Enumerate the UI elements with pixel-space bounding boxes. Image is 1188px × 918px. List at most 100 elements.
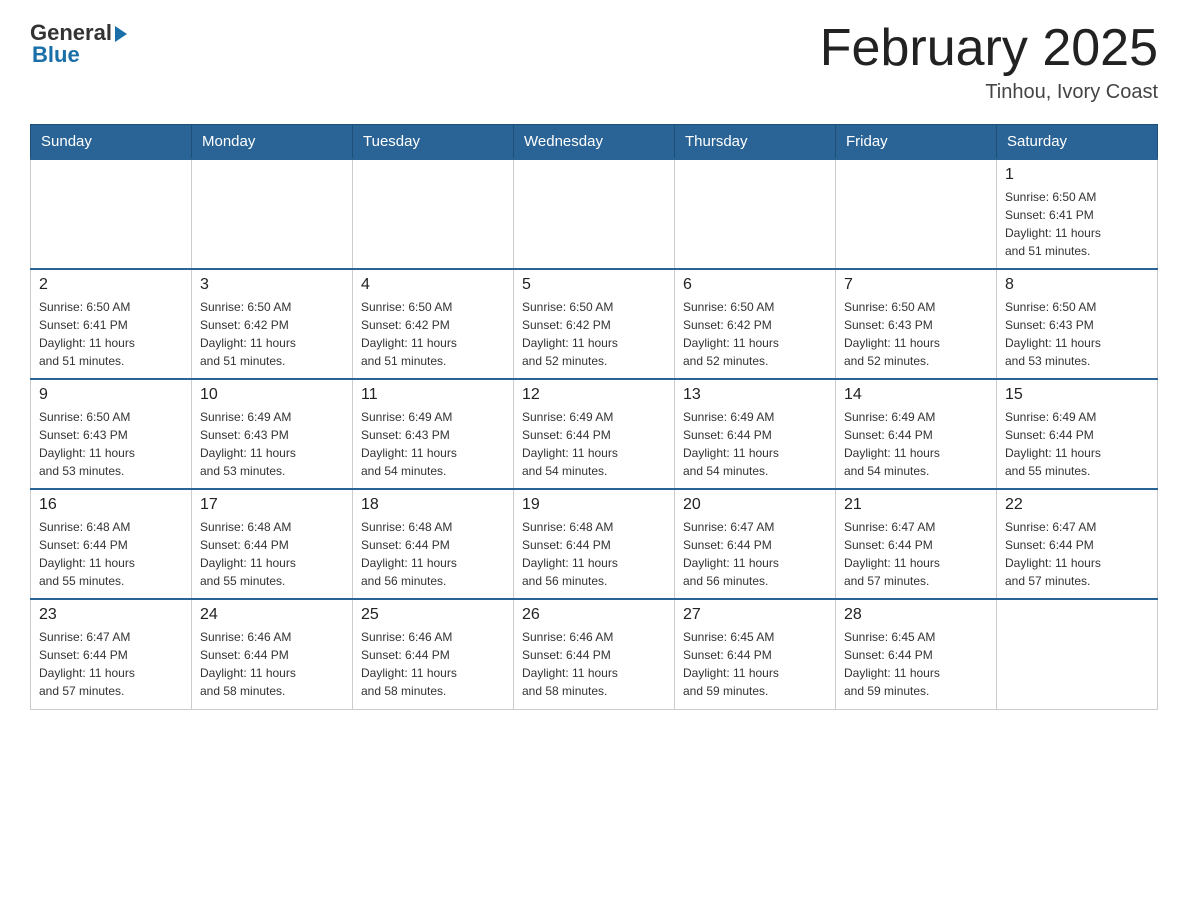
calendar-cell (836, 159, 997, 269)
calendar-cell: 15 Sunrise: 6:49 AMSunset: 6:44 PMDayligh… (997, 379, 1158, 489)
day-number: 5 (522, 276, 666, 294)
calendar-cell: 1 Sunrise: 6:50 AMSunset: 6:41 PMDaylight… (997, 159, 1158, 269)
day-info: Sunrise: 6:47 AMSunset: 6:44 PMDaylight:… (844, 518, 988, 590)
calendar-cell: 27 Sunrise: 6:45 AMSunset: 6:44 PMDayligh… (675, 599, 836, 709)
calendar-cell (31, 159, 192, 269)
day-info: Sunrise: 6:45 AMSunset: 6:44 PMDaylight:… (844, 628, 988, 700)
calendar-cell: 13Sunrise: 6:49 AMSunset: 6:44 PMDayligh… (675, 379, 836, 489)
day-info: Sunrise: 6:48 AMSunset: 6:44 PMDaylight:… (200, 518, 344, 590)
day-number: 22 (1005, 496, 1149, 514)
calendar-header-tuesday: Tuesday (353, 125, 514, 160)
day-info: Sunrise: 6:49 AMSunset: 6:44 PMDaylight:… (1005, 408, 1149, 480)
calendar-cell: 5 Sunrise: 6:50 AMSunset: 6:42 PMDaylight… (514, 269, 675, 379)
day-info: Sunrise: 6:50 AMSunset: 6:41 PMDaylight:… (1005, 188, 1149, 260)
day-number: 27 (683, 606, 827, 624)
logo-arrow-icon (115, 26, 127, 42)
calendar-week-row: 2 Sunrise: 6:50 AMSunset: 6:41 PMDaylight… (31, 269, 1158, 379)
day-info: Sunrise: 6:50 AMSunset: 6:42 PMDaylight:… (200, 298, 344, 370)
calendar-cell: 20Sunrise: 6:47 AMSunset: 6:44 PMDayligh… (675, 489, 836, 599)
day-info: Sunrise: 6:50 AMSunset: 6:42 PMDaylight:… (361, 298, 505, 370)
calendar-header-monday: Monday (192, 125, 353, 160)
month-title: February 2025 (820, 20, 1158, 77)
calendar-week-row: 9 Sunrise: 6:50 AMSunset: 6:43 PMDaylight… (31, 379, 1158, 489)
day-info: Sunrise: 6:49 AMSunset: 6:44 PMDaylight:… (522, 408, 666, 480)
calendar-cell: 6 Sunrise: 6:50 AMSunset: 6:42 PMDaylight… (675, 269, 836, 379)
calendar-cell: 26 Sunrise: 6:46 AMSunset: 6:44 PMDayligh… (514, 599, 675, 709)
calendar-cell: 25 Sunrise: 6:46 AMSunset: 6:44 PMDayligh… (353, 599, 514, 709)
day-number: 18 (361, 496, 505, 514)
calendar-cell: 9 Sunrise: 6:50 AMSunset: 6:43 PMDaylight… (31, 379, 192, 489)
day-number: 26 (522, 606, 666, 624)
calendar-cell: 22 Sunrise: 6:47 AMSunset: 6:44 PMDayligh… (997, 489, 1158, 599)
calendar-header-row: SundayMondayTuesdayWednesdayThursdayFrid… (31, 125, 1158, 160)
calendar-cell: 16 Sunrise: 6:48 AMSunset: 6:44 PMDayligh… (31, 489, 192, 599)
day-number: 6 (683, 276, 827, 294)
calendar-cell (997, 599, 1158, 709)
day-number: 8 (1005, 276, 1149, 294)
day-info: Sunrise: 6:50 AMSunset: 6:41 PMDaylight:… (39, 298, 183, 370)
day-info: Sunrise: 6:48 AMSunset: 6:44 PMDaylight:… (361, 518, 505, 590)
day-number: 16 (39, 496, 183, 514)
day-info: Sunrise: 6:50 AMSunset: 6:43 PMDaylight:… (39, 408, 183, 480)
calendar-cell: 4 Sunrise: 6:50 AMSunset: 6:42 PMDaylight… (353, 269, 514, 379)
day-number: 11 (361, 386, 505, 404)
calendar-cell (675, 159, 836, 269)
calendar-cell: 24Sunrise: 6:46 AMSunset: 6:44 PMDayligh… (192, 599, 353, 709)
day-number: 25 (361, 606, 505, 624)
calendar-header-friday: Friday (836, 125, 997, 160)
calendar-cell: 19 Sunrise: 6:48 AMSunset: 6:44 PMDayligh… (514, 489, 675, 599)
day-info: Sunrise: 6:49 AMSunset: 6:43 PMDaylight:… (361, 408, 505, 480)
calendar-cell: 2 Sunrise: 6:50 AMSunset: 6:41 PMDaylight… (31, 269, 192, 379)
day-info: Sunrise: 6:47 AMSunset: 6:44 PMDaylight:… (683, 518, 827, 590)
day-number: 13 (683, 386, 827, 404)
calendar-cell: 11 Sunrise: 6:49 AMSunset: 6:43 PMDayligh… (353, 379, 514, 489)
calendar-header-sunday: Sunday (31, 125, 192, 160)
logo: General Blue (30, 20, 127, 68)
day-number: 1 (1005, 166, 1149, 184)
day-number: 10 (200, 386, 344, 404)
calendar-cell: 18 Sunrise: 6:48 AMSunset: 6:44 PMDayligh… (353, 489, 514, 599)
calendar-cell: 8 Sunrise: 6:50 AMSunset: 6:43 PMDaylight… (997, 269, 1158, 379)
day-number: 4 (361, 276, 505, 294)
logo-blue-text: Blue (30, 42, 80, 68)
day-info: Sunrise: 6:45 AMSunset: 6:44 PMDaylight:… (683, 628, 827, 700)
calendar-cell: 14Sunrise: 6:49 AMSunset: 6:44 PMDayligh… (836, 379, 997, 489)
day-number: 7 (844, 276, 988, 294)
day-info: Sunrise: 6:46 AMSunset: 6:44 PMDaylight:… (522, 628, 666, 700)
calendar-cell: 17 Sunrise: 6:48 AMSunset: 6:44 PMDayligh… (192, 489, 353, 599)
day-number: 9 (39, 386, 183, 404)
day-info: Sunrise: 6:47 AMSunset: 6:44 PMDaylight:… (1005, 518, 1149, 590)
calendar-week-row: 1 Sunrise: 6:50 AMSunset: 6:41 PMDaylight… (31, 159, 1158, 269)
calendar-cell: 28Sunrise: 6:45 AMSunset: 6:44 PMDayligh… (836, 599, 997, 709)
day-info: Sunrise: 6:46 AMSunset: 6:44 PMDaylight:… (361, 628, 505, 700)
day-info: Sunrise: 6:48 AMSunset: 6:44 PMDaylight:… (39, 518, 183, 590)
day-info: Sunrise: 6:48 AMSunset: 6:44 PMDaylight:… (522, 518, 666, 590)
day-info: Sunrise: 6:49 AMSunset: 6:43 PMDaylight:… (200, 408, 344, 480)
day-info: Sunrise: 6:47 AMSunset: 6:44 PMDaylight:… (39, 628, 183, 700)
day-number: 19 (522, 496, 666, 514)
calendar-cell: 10 Sunrise: 6:49 AMSunset: 6:43 PMDayligh… (192, 379, 353, 489)
day-info: Sunrise: 6:50 AMSunset: 6:43 PMDaylight:… (844, 298, 988, 370)
day-info: Sunrise: 6:50 AMSunset: 6:42 PMDaylight:… (522, 298, 666, 370)
calendar-cell (514, 159, 675, 269)
day-info: Sunrise: 6:50 AMSunset: 6:42 PMDaylight:… (683, 298, 827, 370)
calendar-cell: 7 Sunrise: 6:50 AMSunset: 6:43 PMDaylight… (836, 269, 997, 379)
day-info: Sunrise: 6:46 AMSunset: 6:44 PMDaylight:… (200, 628, 344, 700)
day-number: 12 (522, 386, 666, 404)
title-area: February 2025 Tinhou, Ivory Coast (820, 20, 1158, 104)
calendar-table: SundayMondayTuesdayWednesdayThursdayFrid… (30, 124, 1158, 710)
calendar-cell (192, 159, 353, 269)
day-info: Sunrise: 6:50 AMSunset: 6:43 PMDaylight:… (1005, 298, 1149, 370)
calendar-header-saturday: Saturday (997, 125, 1158, 160)
location: Tinhou, Ivory Coast (820, 81, 1158, 104)
day-number: 3 (200, 276, 344, 294)
day-number: 15 (1005, 386, 1149, 404)
day-number: 2 (39, 276, 183, 294)
day-number: 17 (200, 496, 344, 514)
calendar-cell: 21Sunrise: 6:47 AMSunset: 6:44 PMDayligh… (836, 489, 997, 599)
calendar-header-wednesday: Wednesday (514, 125, 675, 160)
calendar-cell: 12 Sunrise: 6:49 AMSunset: 6:44 PMDayligh… (514, 379, 675, 489)
calendar-cell: 23Sunrise: 6:47 AMSunset: 6:44 PMDayligh… (31, 599, 192, 709)
day-info: Sunrise: 6:49 AMSunset: 6:44 PMDaylight:… (844, 408, 988, 480)
calendar-week-row: 16 Sunrise: 6:48 AMSunset: 6:44 PMDayligh… (31, 489, 1158, 599)
